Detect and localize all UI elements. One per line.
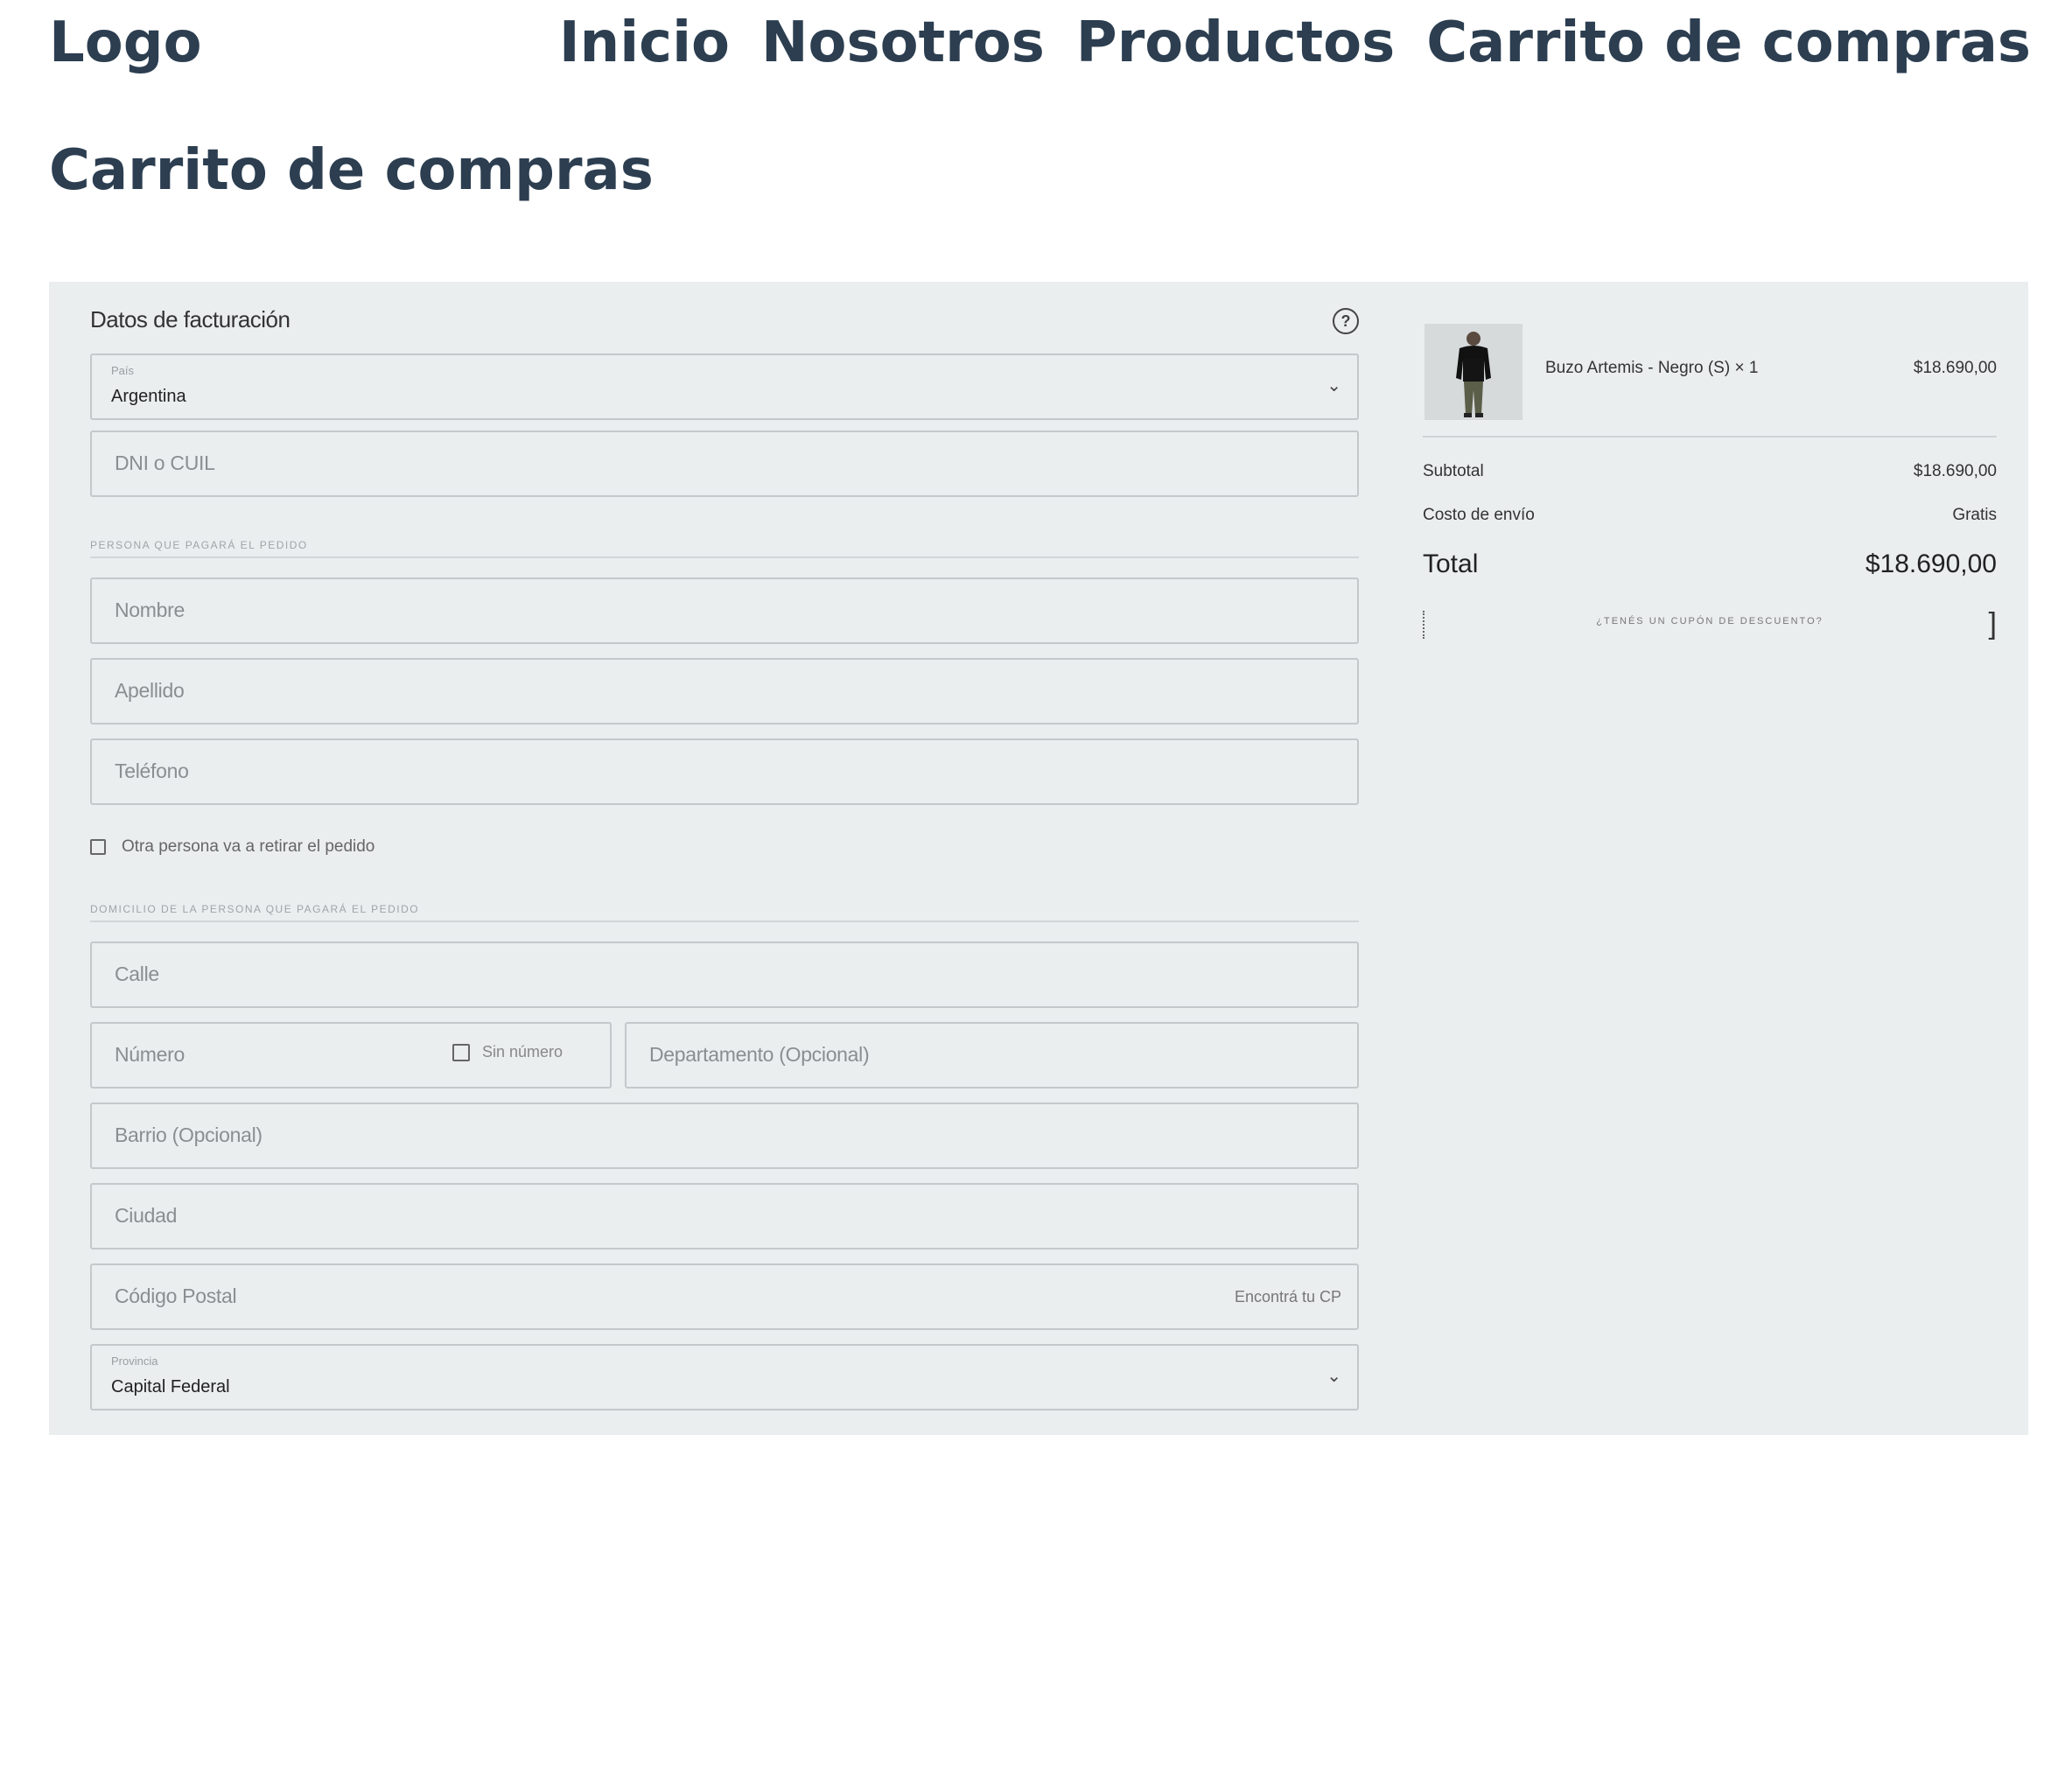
dni-placeholder: DNI o CUIL	[115, 452, 215, 474]
provincia-value: Capital Federal	[111, 1377, 230, 1396]
section-payer-heading: PERSONA QUE PAGARÁ EL PEDIDO	[90, 539, 1359, 558]
cart-item-price: $18.690,00	[1913, 359, 1997, 377]
checkout-panel: Datos de facturación ? País Argentina ⌄ …	[49, 282, 2028, 1435]
subtotal-label: Subtotal	[1423, 462, 1484, 480]
numero-placeholder: Número	[115, 1043, 186, 1066]
coupon-text: ¿TENÉS UN CUPÓN DE DESCUENTO?	[1596, 616, 1824, 626]
country-value: Argentina	[111, 387, 186, 406]
dni-field[interactable]: DNI o CUIL	[90, 430, 1359, 497]
country-label: País	[111, 364, 135, 377]
apellido-placeholder: Apellido	[115, 679, 185, 702]
barrio-placeholder: Barrio (Opcional)	[115, 1124, 262, 1146]
calle-field[interactable]: Calle	[90, 942, 1359, 1008]
section-address-heading: DOMICILIO DE LA PERSONA QUE PAGARÁ EL PE…	[90, 903, 1359, 922]
country-select[interactable]: País Argentina ⌄	[90, 354, 1359, 420]
other-person-label: Otra persona va a retirar el pedido	[122, 837, 375, 856]
cart-item-name: Buzo Artemis - Negro (S) × 1	[1545, 359, 1759, 377]
total-value: $18.690,00	[1865, 550, 1997, 578]
form-title: Datos de facturación	[90, 306, 290, 332]
numero-field[interactable]: Número Sin número	[90, 1022, 612, 1088]
main-menu: Inicio Nosotros Productos Carrito de com…	[559, 10, 2031, 75]
nav-link-carrito[interactable]: Carrito de compras	[1426, 10, 2031, 75]
other-person-row[interactable]: Otra persona va a retirar el pedido	[90, 837, 374, 857]
top-navigation: Logo Inicio Nosotros Productos Carrito d…	[0, 0, 2072, 88]
nav-link-productos[interactable]: Productos	[1076, 10, 1395, 75]
subtotal-value: $18.690,00	[1913, 462, 1997, 480]
codigo-postal-field[interactable]: Código Postal Encontrá tu CP	[90, 1264, 1359, 1330]
help-icon[interactable]: ?	[1333, 308, 1359, 334]
telefono-placeholder: Teléfono	[115, 760, 189, 782]
ciudad-field[interactable]: Ciudad	[90, 1183, 1359, 1250]
nav-link-inicio[interactable]: Inicio	[559, 10, 730, 75]
other-person-checkbox[interactable]	[90, 839, 106, 855]
product-thumbnail	[1424, 324, 1522, 420]
summary-divider	[1423, 436, 1997, 438]
coupon-toggle[interactable]: ¿TENÉS UN CUPÓN DE DESCUENTO? ]	[1423, 606, 1997, 644]
provincia-label: Provincia	[111, 1354, 158, 1368]
departamento-field[interactable]: Departamento (Opcional)	[625, 1022, 1359, 1088]
sin-numero-toggle[interactable]: Sin número	[452, 1043, 563, 1061]
sin-numero-label: Sin número	[482, 1043, 564, 1060]
page-title: Carrito de compras	[49, 138, 654, 203]
provincia-select[interactable]: Provincia Capital Federal ⌄	[90, 1344, 1359, 1410]
chevron-down-icon: ⌄	[1326, 1367, 1341, 1386]
nombre-placeholder: Nombre	[115, 598, 186, 621]
calle-placeholder: Calle	[115, 962, 159, 985]
nav-link-nosotros[interactable]: Nosotros	[761, 10, 1045, 75]
ciudad-placeholder: Ciudad	[115, 1204, 178, 1227]
barrio-field[interactable]: Barrio (Opcional)	[90, 1102, 1359, 1169]
total-label: Total	[1423, 550, 1479, 578]
shipping-value: Gratis	[1952, 506, 1997, 524]
sin-numero-checkbox[interactable]	[452, 1043, 470, 1061]
apellido-field[interactable]: Apellido	[90, 658, 1359, 724]
coupon-right-bracket: ]	[1988, 607, 1997, 640]
chevron-down-icon: ⌄	[1326, 376, 1341, 396]
departamento-placeholder: Departamento (Opcional)	[649, 1043, 870, 1066]
find-cp-link[interactable]: Encontrá tu CP	[1235, 1288, 1341, 1306]
shipping-label: Costo de envío	[1423, 506, 1535, 524]
logo[interactable]: Logo	[49, 10, 202, 75]
telefono-field[interactable]: Teléfono	[90, 738, 1359, 805]
cp-placeholder: Código Postal	[115, 1284, 237, 1307]
nombre-field[interactable]: Nombre	[90, 578, 1359, 644]
